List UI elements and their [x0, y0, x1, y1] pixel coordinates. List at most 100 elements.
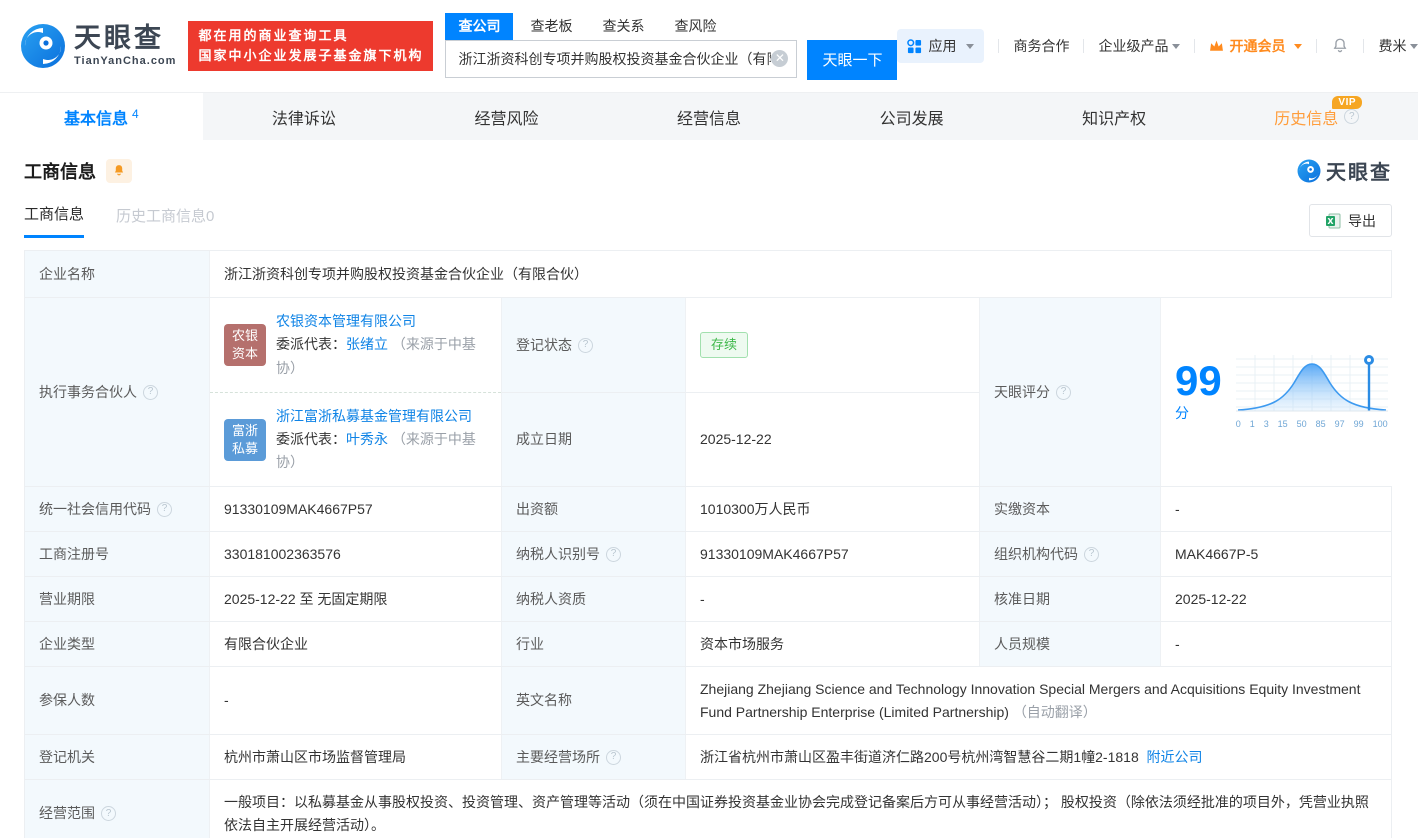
tab-count: 4 [132, 107, 139, 121]
search-input-box: ✕ [445, 40, 797, 78]
business-term-label: 营业期限 [25, 577, 210, 621]
industry-value: 资本市场服务 [686, 622, 980, 666]
divider [1083, 39, 1084, 53]
notification-bell[interactable] [1331, 37, 1349, 55]
partner-avatar[interactable]: 富浙私募 [224, 419, 266, 461]
help-icon[interactable]: ? [143, 385, 158, 400]
export-button[interactable]: X 导出 [1309, 204, 1392, 237]
divider [998, 39, 999, 53]
search-tabs: 查公司 查老板 查关系 查风险 [445, 13, 897, 40]
taxpayer-id-label: 纳税人识别号? [502, 532, 686, 576]
tab-intellectual-property[interactable]: 知识产权 [1013, 93, 1216, 140]
business-info-section: 工商信息 天眼查 工商信息 历史工商信息0 X 导出 [0, 156, 1418, 838]
tab-operating-info[interactable]: 经营信息 [608, 93, 811, 140]
auto-translate-note: （自动翻译） [1013, 704, 1097, 720]
search-tab-relation[interactable]: 查关系 [589, 13, 657, 40]
staff-size-value: - [1161, 622, 1391, 666]
monitor-bell-button[interactable] [106, 159, 132, 183]
approval-date-label: 核准日期 [980, 577, 1161, 621]
english-name-value: Zhejiang Zhejiang Science and Technology… [686, 667, 1391, 734]
help-icon[interactable]: ? [1344, 109, 1359, 124]
tab-operating-risk[interactable]: 经营风险 [405, 93, 608, 140]
excel-icon: X [1325, 213, 1341, 229]
section-title: 工商信息 [24, 158, 96, 184]
tab-development[interactable]: 公司发展 [810, 93, 1013, 140]
tianyancha-logo-icon [1297, 159, 1321, 183]
address-value: 浙江省杭州市萧山区盈丰街道济仁路200号杭州湾智慧谷二期1幢2-1818 附近公… [686, 735, 1391, 779]
clear-icon[interactable]: ✕ [771, 50, 788, 67]
nav-vip-membership[interactable]: 开通会员 [1209, 36, 1302, 56]
tab-history-info[interactable]: VIP 历史信息? [1215, 93, 1418, 140]
bell-icon [1331, 37, 1349, 55]
partner-company-link[interactable]: 浙江富浙私募基金管理有限公司 [276, 405, 487, 428]
top-header: 天眼查 TianYanCha.com 都在用的商业查询工具 国家中小企业发展子基… [0, 0, 1418, 92]
partner-list: 农银资本 农银资本管理有限公司 委派代表：张绪立 （来源于中基协） 富浙私募 浙… [210, 298, 502, 486]
brand-domain: TianYanCha.com [74, 55, 176, 67]
industry-label: 行业 [502, 622, 686, 666]
header-nav: 应用 商务合作 企业级产品 开通会员 费米 [897, 29, 1418, 63]
insured-count-label: 参保人数 [25, 667, 210, 734]
help-icon[interactable]: ? [606, 547, 621, 562]
paid-capital-label: 实缴资本 [980, 487, 1161, 531]
reg-number-value: 330181002363576 [210, 532, 502, 576]
approval-date-value: 2025-12-22 [1161, 577, 1391, 621]
org-code-label: 组织机构代码? [980, 532, 1161, 576]
establish-date-label: 成立日期 [502, 392, 686, 486]
nav-cooperation[interactable]: 商务合作 [1013, 36, 1069, 56]
reg-authority-value: 杭州市萧山区市场监督管理局 [210, 735, 502, 779]
apps-label: 应用 [928, 36, 956, 56]
staff-size-label: 人员规模 [980, 622, 1161, 666]
divider [1194, 39, 1195, 53]
business-scope-label: 经营范围? [25, 780, 210, 838]
nav-enterprise[interactable]: 企业级产品 [1098, 36, 1180, 56]
chevron-down-icon [1410, 44, 1418, 49]
subtab-business-info[interactable]: 工商信息 [24, 203, 84, 238]
company-type-label: 企业类型 [25, 622, 210, 666]
partner-avatar[interactable]: 农银资本 [224, 324, 266, 366]
bell-icon [112, 164, 126, 178]
help-icon[interactable]: ? [606, 750, 621, 765]
score-unit: 分 [1175, 405, 1189, 421]
table-row: 企业类型 有限合伙企业 行业 资本市场服务 人员规模 - [25, 621, 1391, 666]
tianyancha-logo-icon [20, 23, 66, 69]
svg-text:X: X [1327, 217, 1334, 226]
search-tab-company[interactable]: 查公司 [445, 13, 513, 40]
help-icon[interactable]: ? [578, 338, 593, 353]
credit-code-label: 统一社会信用代码? [25, 487, 210, 531]
partner-item: 富浙私募 浙江富浙私募基金管理有限公司 委派代表：叶秀永 （来源于中基协） [210, 392, 501, 486]
partner-company-link[interactable]: 农银资本管理有限公司 [276, 310, 487, 333]
tianyancha-logo[interactable]: 天眼查 TianYanCha.com [20, 23, 176, 69]
chevron-down-icon [1172, 44, 1180, 49]
org-code-value: MAK4667P-5 [1161, 532, 1391, 576]
chevron-down-icon [1294, 44, 1302, 49]
nearby-companies-link[interactable]: 附近公司 [1147, 749, 1203, 765]
brand-name: 天眼查 [74, 25, 176, 52]
user-menu[interactable]: 费米 [1378, 36, 1418, 56]
search-area: 查公司 查老板 查关系 查风险 ✕ 天眼一下 [445, 13, 897, 80]
apps-menu[interactable]: 应用 [897, 29, 984, 63]
paid-capital-value: - [1161, 487, 1391, 531]
help-icon[interactable]: ? [101, 806, 116, 821]
search-tab-boss[interactable]: 查老板 [517, 13, 585, 40]
score-axis-ticks: 0131550859799100 [1236, 417, 1388, 431]
search-input[interactable] [458, 51, 771, 67]
search-button[interactable]: 天眼一下 [807, 40, 897, 80]
main-tab-bar: 基本信息4 法律诉讼 经营风险 经营信息 公司发展 知识产权 VIP 历史信息? [0, 92, 1418, 140]
representative-link[interactable]: 张绪立 [346, 336, 388, 352]
help-icon[interactable]: ? [1056, 385, 1071, 400]
tab-basic-info[interactable]: 基本信息4 [0, 93, 203, 140]
tab-legal[interactable]: 法律诉讼 [203, 93, 406, 140]
search-tab-risk[interactable]: 查风险 [661, 13, 729, 40]
partner-item: 农银资本 农银资本管理有限公司 委派代表：张绪立 （来源于中基协） [210, 298, 501, 392]
help-icon[interactable]: ? [157, 502, 172, 517]
capital-value: 1010300万人民币 [686, 487, 980, 531]
score-label: 天眼评分? [980, 298, 1161, 486]
subtab-history-business-info[interactable]: 历史工商信息0 [116, 205, 214, 237]
representative-link[interactable]: 叶秀永 [346, 431, 388, 447]
help-icon[interactable]: ? [1084, 547, 1099, 562]
rep-label: 委派代表： [276, 431, 346, 447]
table-row: 营业期限 2025-12-22 至 无固定期限 纳税人资质 - 核准日期 202… [25, 576, 1391, 621]
divider [1316, 39, 1317, 53]
vip-badge: VIP [1332, 96, 1362, 109]
business-info-table: 企业名称 浙江浙资科创专项并购股权投资基金合伙企业（有限合伙） 执行事务合伙人?… [24, 250, 1392, 838]
